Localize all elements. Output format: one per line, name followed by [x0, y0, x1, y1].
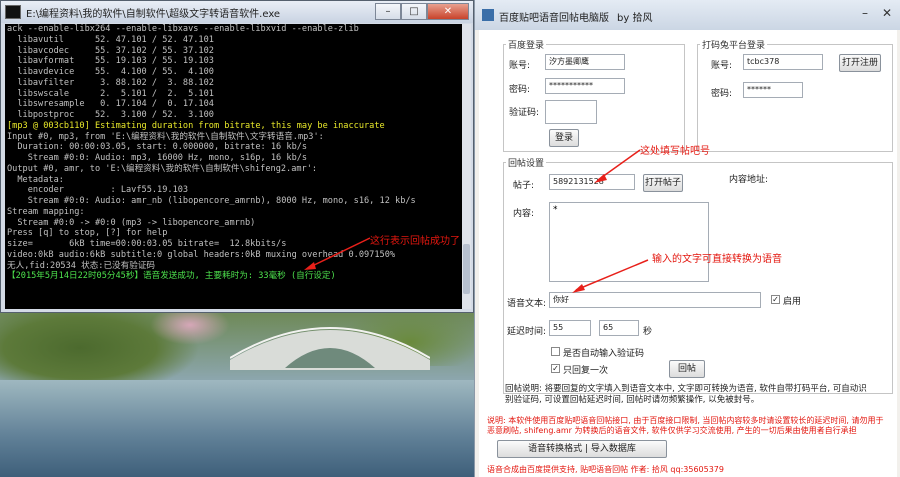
account-input[interactable]: 汐方墨卿鹰: [545, 54, 625, 70]
delay-to-input[interactable]: 65: [599, 320, 639, 336]
captcha-label: 验证码:: [509, 108, 540, 118]
delay-unit: 秒: [643, 327, 653, 337]
console-line: Duration: 00:00:03.05, start: 0.000000, …: [7, 142, 308, 153]
console-line: Stream #0:0 -> #0:0 (mp3 -> libopencore_…: [7, 217, 256, 228]
app-title: 百度贴吧语音回帖电脑版: [499, 13, 609, 24]
minimize-button[interactable]: –: [375, 3, 401, 20]
console-line: encoder : Lavf55.19.103: [7, 185, 189, 196]
reply-once-label: 只回复一次: [563, 366, 609, 376]
minimize-button[interactable]: –: [854, 4, 876, 22]
console-line: libavdevice 55. 4.100 / 55. 4.100: [7, 67, 214, 77]
delay-label: 延迟时间:: [507, 327, 547, 337]
reply-once-checkbox[interactable]: ✓: [551, 364, 560, 373]
scroll-thumb[interactable]: [463, 244, 470, 294]
auto-captcha-label: 是否自动输入验证码: [563, 349, 645, 359]
reply-legend: 回帖设置: [508, 159, 545, 169]
vcode-legend: 打码兔平台登录: [702, 41, 766, 51]
console-line: Output #0, amr, to 'E:\编程资料\我的软件\自制软件\sh…: [7, 163, 318, 174]
voice-text-label: 语音文本:: [507, 299, 547, 309]
arrow-icon: [572, 259, 649, 293]
console-line: [mp3 @ 003cb110] Estimating duration fro…: [7, 120, 385, 131]
console-line: video:0kB audio:6kB subtitle:0 global he…: [7, 249, 396, 260]
auto-captcha-checkbox[interactable]: [551, 347, 560, 356]
app-titlebar[interactable]: 百度贴吧语音回帖电脑版 by 拾风 – ✕: [475, 0, 900, 30]
console-line: Input #0, mp3, from 'E:\编程资料\我的软件\自制软件\文…: [7, 131, 324, 142]
description-text: 回帖说明: 将要回复的文字填入到语音文本中, 文字即可转换为语音, 软件自带打码…: [505, 384, 867, 405]
console-line: libavutil 52. 47.101 / 52. 47.101: [7, 34, 214, 45]
console-line: Stream mapping:: [7, 206, 85, 217]
register-button[interactable]: 打开注册: [839, 54, 881, 72]
captcha-input[interactable]: [545, 100, 597, 124]
warning-text: 说明: 本软件使用百度贴吧语音回帖接口, 由于百度接口限制, 当回帖内容较多时请…: [487, 416, 884, 435]
app-icon: [482, 9, 494, 21]
tie-label: 帖子:: [513, 181, 535, 191]
console-line: Metadata:: [7, 174, 64, 185]
console-title: E:\编程资料\我的软件\自制软件\超级文字转语音软件.exe: [26, 8, 281, 20]
console-line: libavcodec 55. 37.102 / 55. 37.102: [7, 45, 214, 56]
content-address-label: 内容地址:: [729, 175, 769, 185]
voice-hint-annotation: 输入的文字可直接转换为语音: [652, 254, 782, 265]
password-input[interactable]: ***********: [545, 78, 625, 94]
enable-label: 启用: [783, 297, 802, 307]
close-button[interactable]: ✕: [876, 4, 898, 22]
vcode-password-label: 密码:: [711, 89, 733, 99]
bridge-image: [230, 327, 430, 370]
vcode-account-label: 账号:: [711, 61, 733, 71]
app-author: by 拾风: [617, 13, 653, 24]
maximize-button[interactable]: □: [401, 3, 427, 20]
delay-from-input[interactable]: 55: [549, 320, 591, 336]
console-annotation: 这行表示回帖成功了: [370, 236, 460, 247]
close-button[interactable]: ✕: [427, 3, 469, 20]
console-line: ack --enable-libx264 --enable-libxavs --…: [7, 24, 359, 34]
login-button[interactable]: 登录: [549, 129, 579, 147]
console-line: libpostproc 52. 3.100 / 52. 3.100: [7, 110, 214, 120]
console-line: libavformat 55. 19.103 / 55. 19.103: [7, 56, 214, 67]
console-line: libavfilter 3. 88.102 / 3. 88.102: [7, 77, 214, 88]
footer-text: 语音合成由百度提供支持, 贴吧语音回帖 作者: 拾风 qq:35605379: [487, 465, 724, 474]
app-window: 百度贴吧语音回帖电脑版 by 拾风 – ✕ 百度登录 账号: 汐方墨卿鹰 密码:…: [474, 0, 900, 477]
console-output: ack --enable-libx264 --enable-libxavs --…: [5, 24, 465, 309]
vcode-password-input[interactable]: ******: [743, 82, 803, 98]
console-line: 无人,fid:20534 状态:已没有验证码: [7, 260, 156, 271]
password-label: 密码:: [509, 85, 531, 95]
open-tie-button[interactable]: 打开帖子: [643, 174, 683, 192]
console-scrollbar[interactable]: [462, 24, 471, 309]
console-line: Stream #0:0: Audio: mp3, 16000 Hz, mono,…: [7, 153, 308, 163]
arrow-icon: [304, 237, 371, 270]
console-window: E:\编程资料\我的软件\自制软件\超级文字转语音软件.exe – □ ✕ ac…: [0, 0, 474, 313]
arrow-icon: [594, 149, 641, 183]
voice-text-input[interactable]: 你好: [549, 292, 761, 308]
console-line: libswresample 0. 17.104 / 0. 17.104: [7, 99, 214, 110]
console-line: Stream #0:0: Audio: amr_nb (libopencore_…: [7, 196, 416, 206]
enable-checkbox[interactable]: ✓: [771, 295, 780, 304]
tie-hint-annotation: 这处填写帖吧号: [640, 146, 710, 157]
console-line: libswscale 2. 5.101 / 2. 5.101: [7, 88, 214, 99]
account-label: 账号:: [509, 61, 531, 71]
text-label: 内容:: [513, 209, 535, 219]
reply-button[interactable]: 回帖: [669, 360, 705, 378]
console-app-icon: [5, 5, 21, 19]
console-line: 【2015年5月14日22时05分45秒】语音发送成功, 主要耗时为: 33毫秒…: [7, 271, 336, 282]
watermark: 百度经验论坛: [832, 447, 892, 458]
lake-water: [0, 380, 480, 477]
login-legend: 百度登录: [508, 41, 545, 51]
format-button[interactable]: 语音转换格式 | 导入数据库: [497, 440, 667, 458]
vcode-account-input[interactable]: tcbc378: [743, 54, 823, 70]
